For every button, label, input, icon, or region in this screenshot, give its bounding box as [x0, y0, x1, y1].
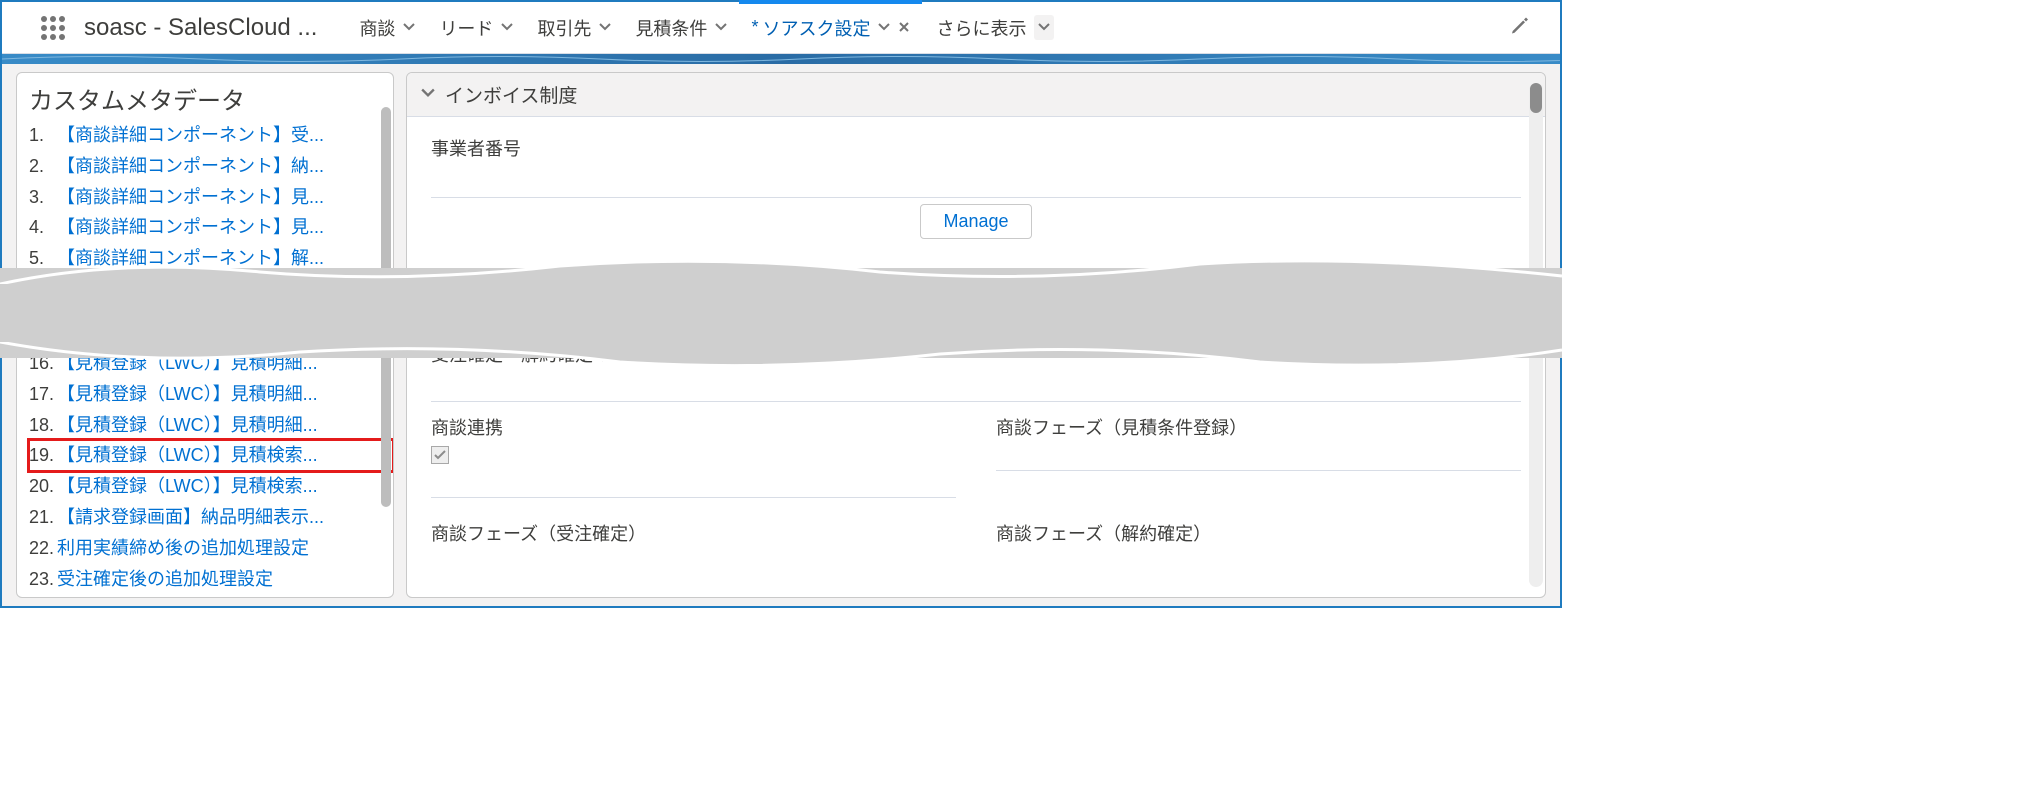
sidebar-item-number: 22.	[29, 534, 57, 563]
chevron-down-icon	[599, 17, 611, 38]
field-label-phase-quote: 商談フェーズ（見積条件登録）	[996, 414, 1521, 440]
sidebar-item-number: 19.	[29, 441, 57, 470]
nav-tab-label: ソアスク設定	[762, 15, 870, 41]
section-header-invoice[interactable]: インボイス制度	[407, 73, 1545, 117]
app-launcher-icon[interactable]	[36, 11, 70, 45]
sidebar-item-number: 3.	[29, 183, 57, 212]
sidebar-item[interactable]: 1.【商談詳細コンポーネント】受...	[29, 120, 393, 151]
sidebar-item-number: 21.	[29, 503, 57, 532]
chevron-down-icon	[715, 17, 727, 38]
sidebar-item-link[interactable]: 【見積登録（LWC）】見積検索...	[57, 441, 387, 470]
app-name: soasc - SalesCloud ...	[84, 14, 317, 42]
nav-tab-label: リード	[439, 15, 493, 41]
sidebar-item[interactable]: 2.【商談詳細コンポーネント】納...	[29, 151, 393, 182]
chevron-down-icon	[501, 17, 513, 38]
close-icon[interactable]	[898, 17, 910, 38]
sidebar-item-number: 18.	[29, 411, 57, 440]
sidebar-item-number: 2.	[29, 152, 57, 181]
nav-tab[interactable]: 商談	[347, 2, 427, 53]
sidebar-item[interactable]: 21.【請求登録画面】納品明細表示...	[29, 502, 393, 533]
sidebar-item[interactable]: 4.【商談詳細コンポーネント】見...	[29, 212, 393, 243]
sidebar-item-number: 23.	[29, 565, 57, 591]
sidebar-item[interactable]: 19.【見積登録（LWC）】見積検索...	[29, 440, 393, 471]
edit-nav-icon[interactable]	[1510, 15, 1530, 40]
chevron-down-icon	[403, 17, 415, 38]
chevron-down-icon	[421, 84, 435, 106]
nav-tab-label: 取引先	[537, 15, 591, 41]
checkbox-opp-link[interactable]	[431, 446, 449, 464]
sidebar-item-link[interactable]: 【商談詳細コンポーネント】見...	[57, 183, 387, 212]
nav-tab-label: 商談	[359, 15, 395, 41]
nav-tab[interactable]: 取引先	[525, 2, 623, 53]
nav-tab[interactable]: 見積条件	[623, 2, 739, 53]
sidebar-item-number: 17.	[29, 380, 57, 409]
field-label-opp-link: 商談連携	[431, 414, 956, 440]
sidebar-item-link[interactable]: 受注確定後の追加処理設定	[57, 565, 387, 591]
nav-more-label: さらに表示	[936, 15, 1026, 41]
sidebar-item[interactable]: 20.【見積登録（LWC）】見積検索...	[29, 471, 393, 502]
decorative-wave	[2, 54, 1560, 64]
sidebar-item-link[interactable]: 【請求登録画面】納品明細表示...	[57, 503, 387, 532]
nav-tab[interactable]: リード	[427, 2, 525, 53]
nav-more[interactable]: さらに表示	[936, 15, 1054, 41]
field-label-phase-cancel: 商談フェーズ（解約確定）	[996, 520, 1521, 546]
sidebar-item-link[interactable]: 利用実績締め後の追加処理設定	[57, 534, 387, 563]
dirty-marker: *	[751, 17, 758, 38]
page-break-tear	[0, 268, 1562, 358]
sidebar-item[interactable]: 23.受注確定後の追加処理設定	[29, 564, 393, 591]
manage-button[interactable]: Manage	[920, 204, 1031, 239]
sidebar-item-link[interactable]: 【見積登録（LWC）】見積明細...	[57, 380, 387, 409]
nav-tab-active[interactable]: *ソアスク設定	[739, 2, 922, 53]
field-label-phase-order: 商談フェーズ（受注確定）	[431, 520, 956, 546]
main-scrollbar-thumb[interactable]	[1530, 83, 1542, 113]
sidebar-item-link[interactable]: 【商談詳細コンポーネント】見...	[57, 213, 387, 242]
sidebar-title: カスタムメタデータ	[25, 79, 393, 120]
sidebar-item[interactable]: 3.【商談詳細コンポーネント】見...	[29, 182, 393, 213]
sidebar-item-number: 20.	[29, 472, 57, 501]
sidebar-item[interactable]: 22.利用実績締め後の追加処理設定	[29, 533, 393, 564]
sidebar-item[interactable]: 17.【見積登録（LWC）】見積明細...	[29, 379, 393, 410]
sidebar-item-link[interactable]: 【見積登録（LWC）】見積明細...	[57, 411, 387, 440]
nav-tab-label: 見積条件	[635, 15, 707, 41]
sidebar-item-link[interactable]: 【見積登録（LWC）】見積検索...	[57, 472, 387, 501]
section-title-invoice: インボイス制度	[445, 81, 577, 108]
sidebar-item-link[interactable]: 【商談詳細コンポーネント】受...	[57, 121, 387, 150]
field-label-business-number: 事業者番号	[431, 135, 1521, 161]
chevron-down-icon	[878, 17, 890, 38]
sidebar-item-link[interactable]: 【商談詳細コンポーネント】納...	[57, 152, 387, 181]
sidebar-item[interactable]: 18.【見積登録（LWC）】見積明細...	[29, 410, 393, 441]
sidebar-item-number: 1.	[29, 121, 57, 150]
chevron-down-icon	[1034, 15, 1054, 40]
sidebar-item-number: 4.	[29, 213, 57, 242]
